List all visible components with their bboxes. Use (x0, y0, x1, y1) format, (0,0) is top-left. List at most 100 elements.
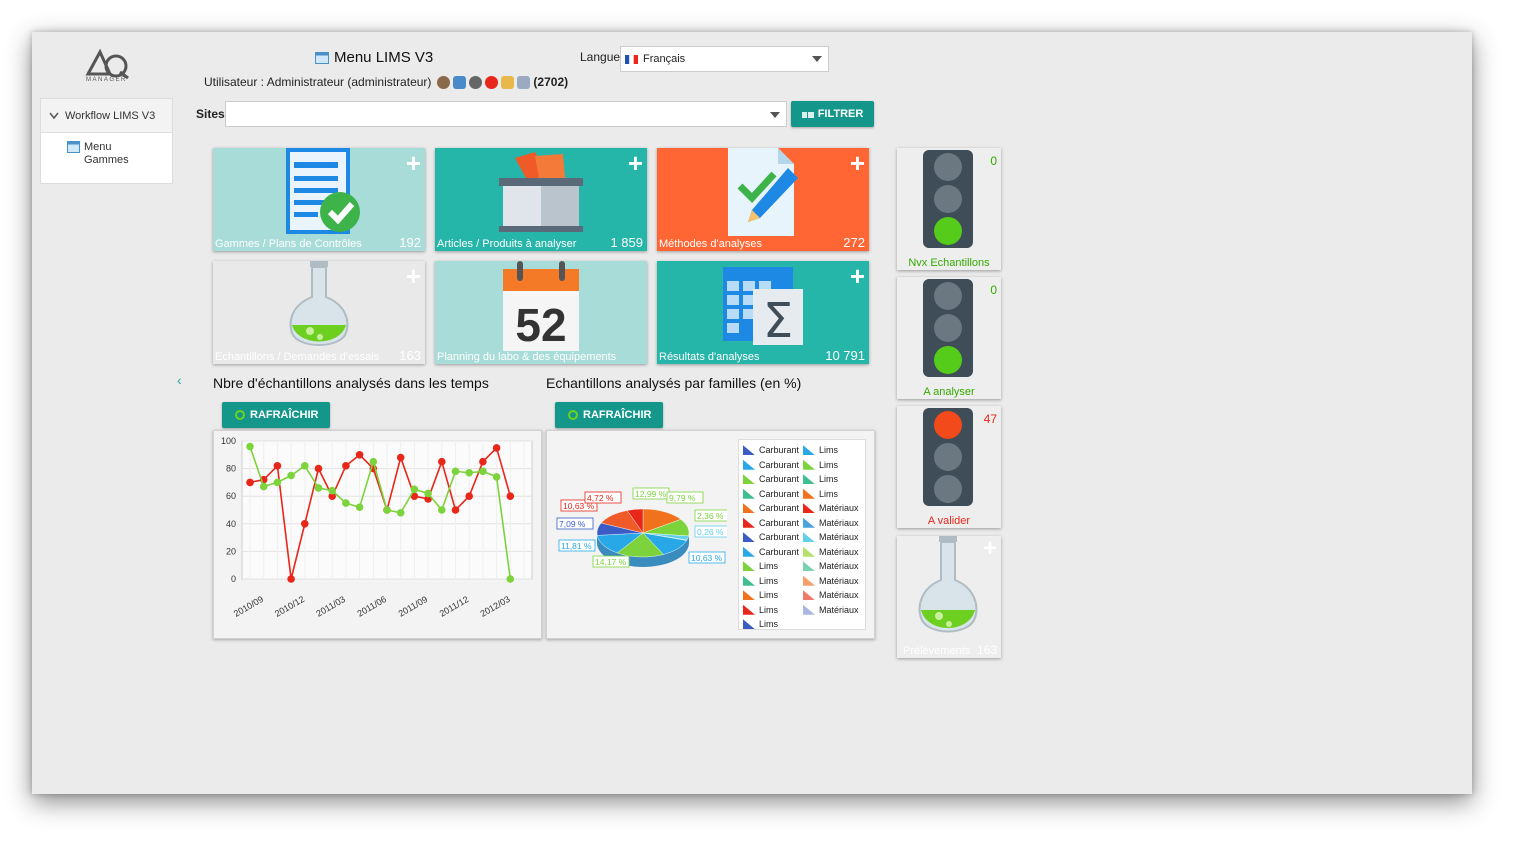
legend-label: Carburant (759, 517, 800, 528)
legend-label: Carburant (759, 503, 800, 514)
status-a-analyser[interactable]: 0 A analyser (897, 277, 1001, 399)
legend-item: Lims (803, 487, 859, 502)
x-tick-label: 2010/09 (232, 594, 265, 619)
line-chart-panel: 0 20 40 60 80 100 2010/09 2010/12 2011/03 2011/06… (213, 430, 542, 639)
add-gamme-icon[interactable]: + (406, 150, 421, 176)
data-point (438, 506, 446, 514)
add-methode-icon[interactable]: + (850, 150, 865, 176)
language-select[interactable]: Français (620, 46, 829, 72)
tile-gammes[interactable]: + Gammes / Plans de Contrôles 192 (213, 148, 425, 251)
tile-articles[interactable]: + Articles / Produits à analyser 1 859 (435, 148, 647, 251)
tile-resultats[interactable]: Σ + Résultats d'analyses 10 791 (657, 261, 869, 364)
legend-swatch (743, 561, 755, 572)
user-toolbar: (2702) (437, 75, 568, 89)
user-info: Utilisateur : Administrateur (administra… (204, 75, 568, 89)
status-count: 0 (990, 283, 997, 297)
data-point (506, 492, 515, 500)
legend-swatch (743, 503, 755, 514)
sites-select[interactable] (225, 101, 787, 127)
home-icon[interactable] (453, 75, 467, 89)
status-nvx-echantillons[interactable]: 0 Nvx Echantillons (897, 148, 1001, 270)
page-title: Menu LIMS V3 (315, 49, 433, 66)
legend-label: Lims (819, 488, 839, 499)
data-point (314, 484, 323, 492)
tile-echantillons[interactable]: + Echantillons / Demandes d'essais 163 (213, 261, 425, 364)
line-chart-title: Nbre d'échantillons analysés dans les te… (213, 375, 489, 391)
refresh-line-chart-button[interactable]: RAFRAÎCHIR (222, 402, 331, 428)
legend-label: Lims (819, 459, 839, 470)
add-resultat-icon[interactable]: + (850, 263, 865, 289)
mail-icon[interactable] (501, 75, 515, 89)
user-name-text: Utilisateur : Administrateur (administra… (204, 75, 432, 89)
refresh-label: RAFRAÎCHIR (250, 409, 319, 421)
data-point (273, 478, 282, 487)
flask-icon (918, 536, 978, 633)
tile-count: 1 859 (610, 235, 643, 250)
legend-item: Matériaux (803, 559, 859, 574)
tile-label: Gammes / Plans de Contrôles (215, 238, 362, 250)
y-tick-label: 60 (226, 491, 236, 501)
status-prelevements[interactable]: + Prélèvements 163 (897, 536, 1001, 658)
legend-label: Carburant (759, 474, 800, 485)
tile-label: Méthodes d'analyses (659, 238, 762, 250)
dropdown-caret-icon (812, 56, 822, 62)
legend-swatch (743, 488, 755, 499)
tile-label: Planning du labo & des équipements (437, 351, 617, 363)
sigma-glyph: Σ (763, 293, 793, 349)
legend-item: Lims (743, 574, 799, 589)
legend-swatch (803, 546, 816, 557)
data-point (342, 499, 350, 507)
refresh-pie-chart-button[interactable]: RAFRAÎCHIR (555, 402, 664, 428)
help-icon[interactable] (485, 75, 499, 89)
data-point (273, 462, 282, 470)
data-point (492, 444, 501, 452)
window-icon (315, 51, 329, 64)
sidebar-item-menu-gammes[interactable]: Menu Gammes (41, 133, 172, 167)
add-article-icon[interactable]: + (628, 150, 643, 176)
legend-label: Lims (819, 474, 839, 485)
legend-item: Lims (803, 458, 859, 473)
add-prelevement-icon[interactable]: + (983, 537, 997, 561)
add-echantillon-icon[interactable]: + (406, 263, 421, 289)
data-point (246, 442, 254, 451)
data-point (396, 453, 405, 462)
pie-data-label: 14,17 % (595, 557, 627, 567)
data-point (451, 467, 460, 476)
legend-label: Matériaux (819, 604, 859, 615)
sidebar-section-workflow[interactable]: Workflow LIMS V3 (41, 99, 172, 133)
data-point (287, 575, 295, 583)
tile-count: 10 791 (825, 348, 865, 363)
legend-item: Matériaux (803, 516, 859, 531)
pie-data-label: 2,36 % (697, 511, 724, 521)
tile-methodes[interactable]: + Méthodes d'analyses 272 (657, 148, 869, 251)
printer-icon[interactable] (517, 75, 531, 89)
legend-label: Lims (759, 619, 779, 630)
pen-document-icon (728, 148, 798, 236)
pie-data-label: 0,26 % (697, 527, 724, 537)
pie-data-label: 9,79 % (669, 493, 696, 503)
tile-planning[interactable]: 52 Planning du labo & des équipements (435, 261, 647, 364)
filter-button[interactable]: FILTRER (791, 101, 874, 127)
legend-swatch (803, 575, 816, 586)
legend-label: Matériaux (819, 517, 859, 528)
legend-label: Matériaux (819, 590, 859, 601)
traffic-light-green-icon (923, 150, 973, 248)
legend-swatch (743, 619, 755, 630)
legend-label: Lims (759, 575, 779, 586)
data-point (424, 489, 432, 498)
legend-item: Lims (743, 588, 799, 603)
data-point (410, 485, 419, 494)
status-a-valider[interactable]: 47 A valider (897, 406, 1001, 528)
legend-label: Carburant (759, 546, 800, 557)
data-point (396, 508, 405, 517)
user-settings-icon[interactable] (437, 75, 451, 89)
data-point (259, 482, 268, 491)
legend-swatch (803, 488, 816, 499)
data-point (301, 462, 309, 470)
legend-swatch (803, 474, 816, 485)
pie-chart-panel: 12,99 % 9,79 % 2,36 % 0,26 % 10,63 % 14,17 % 1… (546, 430, 875, 639)
legend-item: Carburant (743, 545, 799, 560)
collapse-sidebar-icon[interactable]: ‹ (177, 372, 182, 388)
data-point (492, 473, 501, 481)
info-icon[interactable] (469, 75, 483, 89)
